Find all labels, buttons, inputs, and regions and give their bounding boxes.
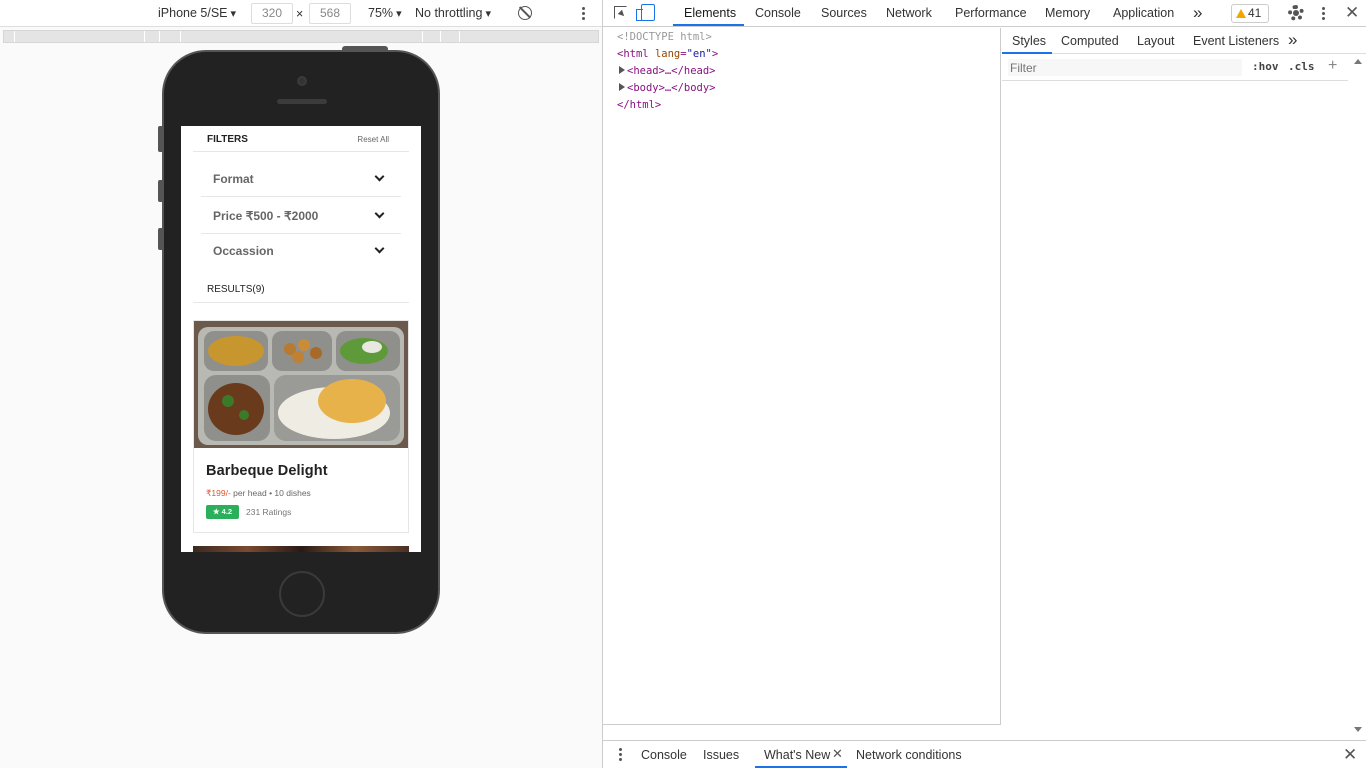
- expand-triangle-icon[interactable]: [619, 83, 625, 91]
- media-query-ruler[interactable]: [3, 30, 599, 43]
- tab-computed[interactable]: Computed: [1061, 34, 1119, 48]
- styles-filter-bar: :hov .cls +: [1002, 54, 1348, 81]
- drawer-menu-icon[interactable]: [619, 748, 622, 763]
- dom-html-close[interactable]: </html>: [617, 99, 661, 111]
- drawer-tab-console[interactable]: Console: [641, 748, 687, 762]
- styles-scrollbar[interactable]: [1351, 55, 1365, 739]
- elements-dom-tree: <!DOCTYPE html> <html lang="en"> <head>……: [603, 28, 1001, 740]
- product-title[interactable]: Barbeque Delight: [206, 463, 328, 479]
- warnings-badge[interactable]: 41: [1231, 4, 1269, 23]
- scroll-up-icon[interactable]: [1354, 59, 1362, 64]
- tab-layout[interactable]: Layout: [1137, 34, 1175, 48]
- food-thali-image[interactable]: [194, 321, 408, 448]
- tab-performance[interactable]: Performance: [955, 6, 1027, 20]
- expand-triangle-icon[interactable]: [619, 66, 625, 74]
- filter-label: Price ₹500 - ₹2000: [213, 209, 319, 223]
- device-toggle-icon[interactable]: [636, 4, 655, 21]
- chevron-down-icon: [374, 171, 385, 182]
- close-whats-new-icon[interactable]: ✕: [832, 747, 843, 760]
- tab-console[interactable]: Console: [755, 6, 801, 20]
- breadcrumb-bar: [603, 724, 1001, 740]
- warning-icon: [1236, 9, 1246, 18]
- tab-network[interactable]: Network: [886, 6, 932, 20]
- zoom-select[interactable]: 75%: [368, 6, 402, 20]
- product-card[interactable]: Barbeque Delight ₹199/- per head • 10 di…: [193, 320, 409, 533]
- phone-camera: [297, 76, 307, 86]
- reset-all-link[interactable]: Reset All: [357, 135, 389, 144]
- filter-label: Format: [213, 172, 254, 186]
- next-product-card[interactable]: [193, 546, 409, 552]
- dom-html-open[interactable]: <html lang="en">: [617, 48, 718, 60]
- rotate-icon[interactable]: [518, 6, 532, 20]
- active-tab-indicator: [673, 24, 744, 26]
- tab-elements[interactable]: Elements: [684, 6, 736, 20]
- drawer-tab-network-conditions[interactable]: Network conditions: [856, 748, 962, 762]
- device-toolbar: iPhone 5/SE 320 × 568 75% No throttling: [0, 0, 602, 27]
- width-input[interactable]: 320: [251, 3, 293, 24]
- dom-doctype[interactable]: <!DOCTYPE html>: [617, 31, 712, 43]
- dom-head[interactable]: <head>…</head>: [619, 65, 716, 77]
- html-tag-name: html: [623, 48, 649, 60]
- head-node: <head>…</head>: [627, 65, 716, 77]
- phone-screen: FILTERS Reset All Format Price ₹500 - ₹2…: [181, 126, 421, 552]
- close-drawer-icon[interactable]: ✕: [1343, 746, 1357, 763]
- devtools-menu-icon[interactable]: [1322, 7, 1325, 21]
- devtools-panel: Elements Console Sources Network Perform…: [602, 0, 1366, 768]
- filters-title: FILTERS: [207, 134, 248, 145]
- rating-badge: ★ 4.2: [206, 505, 239, 519]
- drawer-tab-whats-new[interactable]: What's New: [764, 748, 830, 762]
- html-attr-name: lang: [654, 48, 681, 60]
- product-meta: ₹199/- per head • 10 dishes: [206, 488, 311, 499]
- settings-gear-icon[interactable]: [1288, 5, 1304, 21]
- new-rule-icon[interactable]: +: [1328, 57, 1337, 75]
- phone-home-button[interactable]: [279, 571, 325, 617]
- phone-speaker: [277, 99, 327, 104]
- results-count: RESULTS(9): [207, 284, 265, 295]
- warnings-count: 41: [1248, 6, 1262, 20]
- tab-sources[interactable]: Sources: [821, 6, 867, 20]
- scroll-down-icon[interactable]: [1354, 727, 1362, 732]
- more-styles-tabs-icon[interactable]: »: [1288, 30, 1297, 50]
- filter-format[interactable]: Format: [201, 160, 401, 197]
- hover-state-toggle[interactable]: :hov: [1252, 60, 1279, 73]
- filter-price[interactable]: Price ₹500 - ₹2000: [201, 197, 401, 234]
- styles-tabbar: Styles Computed Layout Event Listeners »: [1002, 27, 1366, 54]
- drawer-tab-issues[interactable]: Issues: [703, 748, 739, 762]
- results-header: RESULTS(9): [193, 284, 409, 303]
- inspect-element-icon[interactable]: [614, 6, 627, 19]
- filter-label: Occassion: [213, 244, 274, 258]
- device-emulation-pane: iPhone 5/SE 320 × 568 75% No throttling …: [0, 0, 602, 768]
- styles-filter-input[interactable]: [1008, 59, 1242, 76]
- styles-sidebar: Styles Computed Layout Event Listeners »…: [1002, 27, 1366, 739]
- close-devtools-icon[interactable]: ✕: [1345, 4, 1359, 21]
- throttling-select[interactable]: No throttling: [415, 6, 491, 20]
- devtools-drawer: Console Issues What's New ✕ Network cond…: [603, 740, 1366, 768]
- more-options-icon[interactable]: [582, 7, 585, 21]
- tab-styles[interactable]: Styles: [1012, 34, 1046, 48]
- chevron-down-icon: [374, 208, 385, 219]
- product-details: per head • 10 dishes: [230, 488, 311, 498]
- more-tabs-icon[interactable]: »: [1193, 3, 1202, 23]
- rating-count: 231 Ratings: [246, 507, 292, 517]
- dom-body[interactable]: <body>…</body>: [619, 82, 716, 94]
- height-input[interactable]: 568: [309, 3, 351, 24]
- tab-memory[interactable]: Memory: [1045, 6, 1090, 20]
- device-select[interactable]: iPhone 5/SE: [158, 6, 236, 20]
- dimension-separator: ×: [296, 7, 304, 21]
- filters-header: FILTERS Reset All: [193, 126, 409, 152]
- html-attr-value: "en": [686, 48, 712, 60]
- filter-occasion[interactable]: Occassion: [201, 234, 401, 271]
- chevron-down-icon: [374, 243, 385, 254]
- devtools-tabbar: Elements Console Sources Network Perform…: [603, 0, 1366, 27]
- class-toggle[interactable]: .cls: [1288, 60, 1315, 73]
- tab-application[interactable]: Application: [1113, 6, 1174, 20]
- tab-event-listeners[interactable]: Event Listeners: [1193, 34, 1279, 48]
- body-node: <body>…</body>: [627, 82, 716, 94]
- product-price: ₹199/-: [206, 488, 231, 498]
